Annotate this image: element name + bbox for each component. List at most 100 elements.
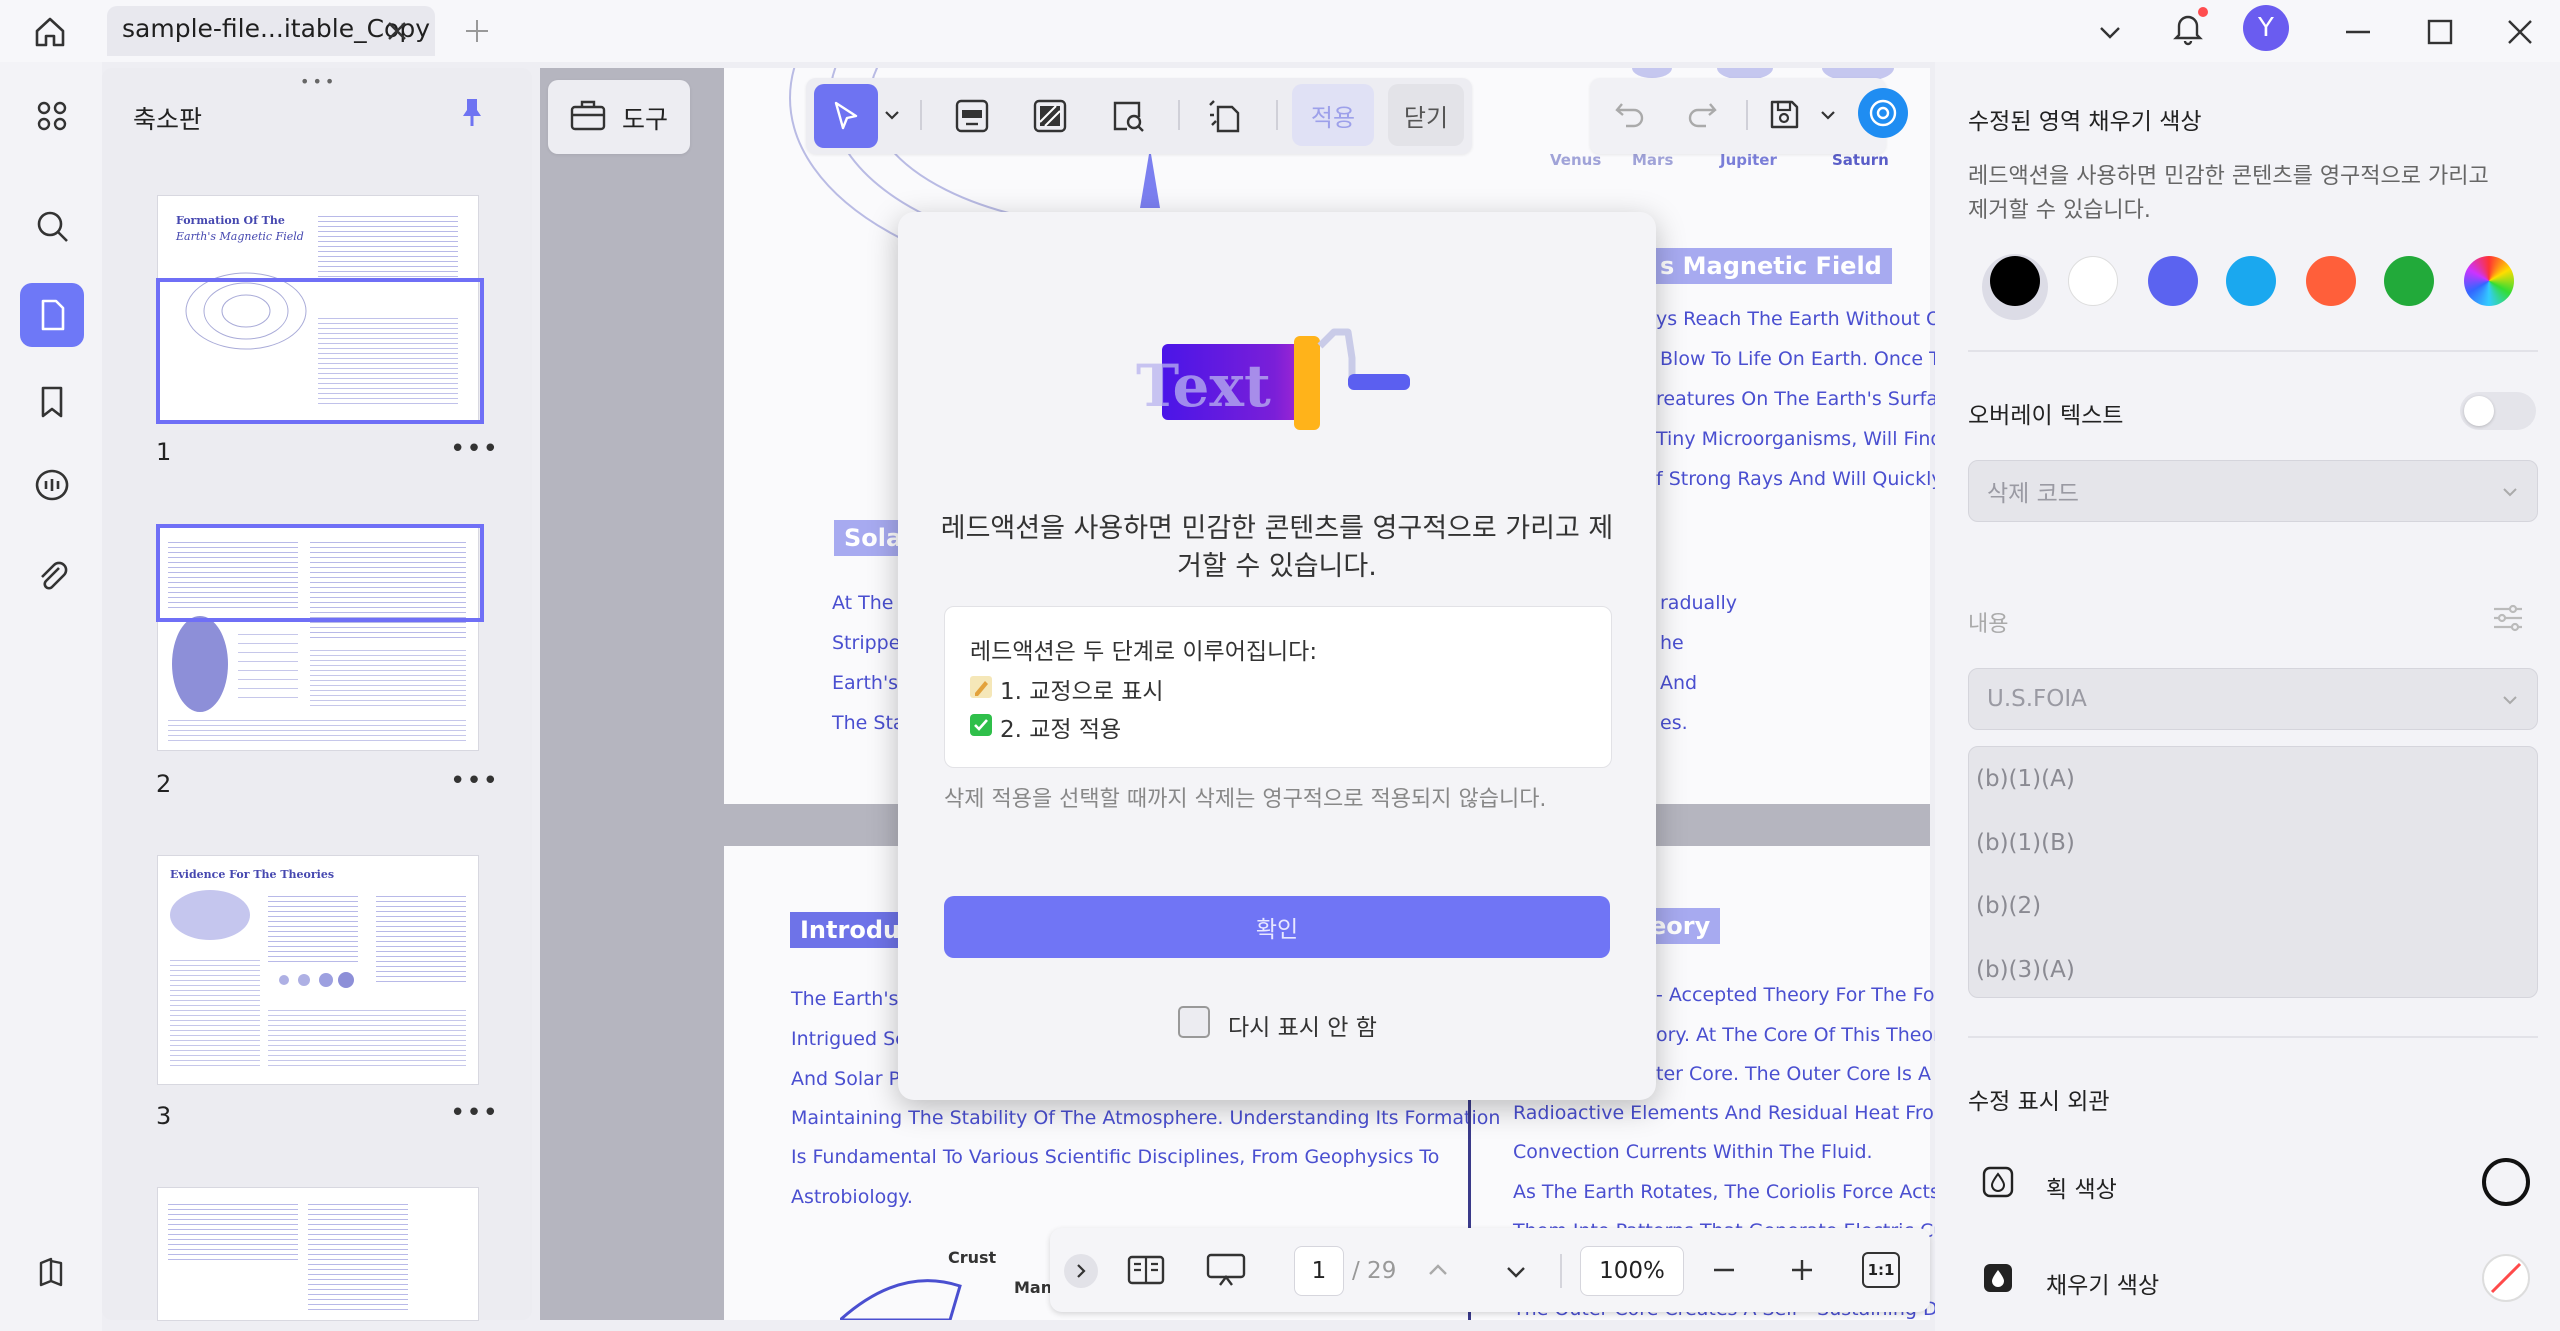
page-thumbnail-3[interactable]: Evidence For The Theories [158, 856, 478, 1084]
magnetic-line-1: ys Reach The Earth Without Obst [1656, 308, 1971, 330]
heading-magnetic-field: s Magnetic Field [1650, 248, 1892, 284]
chevron-down-icon[interactable] [2090, 12, 2130, 52]
apply-button[interactable]: 적용 [1292, 84, 1374, 146]
home-icon[interactable] [28, 10, 72, 54]
tools-label: 도구 [622, 105, 669, 134]
intro-line-5: Is Fundamental To Various Scientific Dis… [791, 1146, 1440, 1168]
dont-show-again-checkbox[interactable] [1178, 1006, 1210, 1038]
delete-code-select[interactable]: 삭제 코드 [1968, 460, 2538, 522]
panel-divider [1968, 350, 2538, 352]
page-thumbnail-4[interactable] [158, 1188, 478, 1320]
pin-icon[interactable] [452, 92, 492, 132]
panel-resize-handle[interactable]: ••• [300, 72, 337, 91]
swatch-cyan[interactable] [2226, 256, 2276, 306]
comment-icon[interactable] [30, 464, 74, 508]
magnetic-line-4: Tiny Microorganisms, Will Find It D [1656, 428, 1983, 450]
previous-page-icon[interactable] [1420, 1250, 1456, 1290]
code-item[interactable]: (b)(1)(B) [1976, 830, 2075, 856]
intro-line-3: And Solar Pa [791, 1068, 911, 1090]
redo-icon[interactable] [1680, 92, 1724, 136]
code-item[interactable]: (b)(3)(A) [1976, 957, 2075, 983]
thumb-text-block [318, 212, 458, 282]
delete-code-placeholder: 삭제 코드 [1987, 481, 2079, 507]
select-dropdown-icon[interactable] [880, 98, 904, 132]
solar-right-line-4: es. [1660, 712, 1688, 734]
bookmark-icon[interactable] [30, 380, 74, 424]
close-button[interactable]: 닫기 [1388, 84, 1464, 146]
content-label: 내용 [1968, 612, 2009, 637]
undo-icon[interactable] [1608, 92, 1652, 136]
page-number-input[interactable]: 1 [1294, 1246, 1344, 1296]
stroke-color-picker[interactable] [2482, 1158, 2530, 1206]
thumb-figure [170, 890, 250, 940]
theory-line-6: As The Earth Rotates, The Coriolis Force… [1513, 1181, 1991, 1203]
zoom-in-icon[interactable] [1782, 1250, 1822, 1290]
swatch-black[interactable] [1990, 256, 2040, 306]
zoom-input[interactable]: 100% [1580, 1246, 1684, 1296]
page-layout-icon[interactable] [1122, 1248, 1170, 1292]
next-page-icon[interactable] [1498, 1252, 1534, 1292]
page-2-more-icon[interactable]: ••• [450, 766, 499, 796]
swatch-orange[interactable] [2306, 256, 2356, 306]
zoom-out-icon[interactable] [1704, 1250, 1744, 1290]
thumb-text-block [310, 646, 466, 706]
swatch-green[interactable] [2384, 256, 2434, 306]
new-tab-icon[interactable] [458, 12, 496, 50]
chevron-down-icon [2503, 488, 2517, 497]
maximize-icon[interactable] [2418, 10, 2462, 54]
page-1-more-icon[interactable]: ••• [450, 434, 499, 464]
code-item[interactable]: (b)(2) [1976, 893, 2041, 919]
toolbar-separator [1276, 100, 1278, 130]
search-icon[interactable] [30, 204, 74, 248]
settings-sliders-icon[interactable] [2486, 596, 2530, 640]
redact-pages-button[interactable] [1194, 84, 1258, 148]
grid-icon[interactable] [30, 94, 74, 138]
ai-assistant-icon[interactable] [1858, 88, 1908, 138]
thumb-planet [172, 616, 228, 712]
actual-size-button[interactable]: 1:1 [1862, 1252, 1900, 1288]
swatch-blue[interactable] [2148, 256, 2198, 306]
thumb-heading: Formation Of The [176, 214, 285, 227]
fill-color-label: 채우기 색상 [2046, 1273, 2160, 1299]
mark-text-redaction-button[interactable] [940, 84, 1004, 148]
code-item[interactable]: (b)(1)(A) [1976, 766, 2075, 792]
close-tab-icon[interactable] [380, 14, 414, 48]
page-total: / 29 [1352, 1258, 1397, 1284]
stroke-color-label: 획 색상 [2046, 1177, 2117, 1203]
fill-color-picker[interactable] [2482, 1254, 2530, 1302]
overlay-text-toggle[interactable] [2460, 392, 2536, 430]
mark-area-redaction-button[interactable] [1018, 84, 1082, 148]
collapse-bar-icon[interactable] [1064, 1254, 1098, 1288]
planet-label-venus: Venus [1550, 151, 1602, 169]
toolbox-icon [566, 92, 610, 136]
illustration-text: Text [1136, 352, 1271, 420]
page-number-1: 1 [156, 438, 172, 466]
save-icon[interactable] [1762, 92, 1806, 136]
search-redact-button[interactable] [1096, 84, 1160, 148]
presentation-icon[interactable] [1200, 1248, 1252, 1292]
swatch-custom-color[interactable] [2464, 256, 2514, 306]
minimize-icon[interactable] [2336, 10, 2380, 54]
layers-icon[interactable] [30, 1250, 74, 1294]
steps-title: 레드액션은 두 단계로 이루어집니다: [970, 639, 1318, 665]
theory-line-3: ter Core. The Outer Core Is A Flu [1656, 1063, 1966, 1085]
thumb-text-block [238, 626, 298, 706]
solar-right-line-3: And [1660, 672, 1698, 694]
page-3-more-icon[interactable]: ••• [450, 1098, 499, 1128]
close-window-icon[interactable] [2498, 10, 2542, 54]
swatch-white[interactable] [2068, 256, 2118, 306]
intro-line-6: Astrobiology. [791, 1186, 913, 1208]
theory-line-4: Radioactive Elements And Residual Heat F… [1513, 1102, 1983, 1124]
save-dropdown-icon[interactable] [1816, 100, 1840, 130]
user-avatar[interactable]: Y [2243, 5, 2289, 51]
memo-icon [970, 676, 992, 698]
code-set-select[interactable]: U.S.FOIA [1968, 668, 2538, 730]
attachment-icon[interactable] [30, 554, 74, 598]
fill-color-description: 레드액션을 사용하면 민감한 콘텐츠를 영구적으로 가리고 제거할 수 있습니다… [1968, 164, 2489, 223]
thumbnail-selection-frame [156, 524, 484, 622]
confirm-button[interactable]: 확인 [944, 896, 1610, 958]
thumbnail-selection-frame [156, 278, 484, 424]
theory-line-5: Convection Currents Within The Fluid. [1513, 1141, 1873, 1163]
page-number-3: 3 [156, 1102, 172, 1130]
select-tool-button[interactable] [814, 84, 878, 148]
